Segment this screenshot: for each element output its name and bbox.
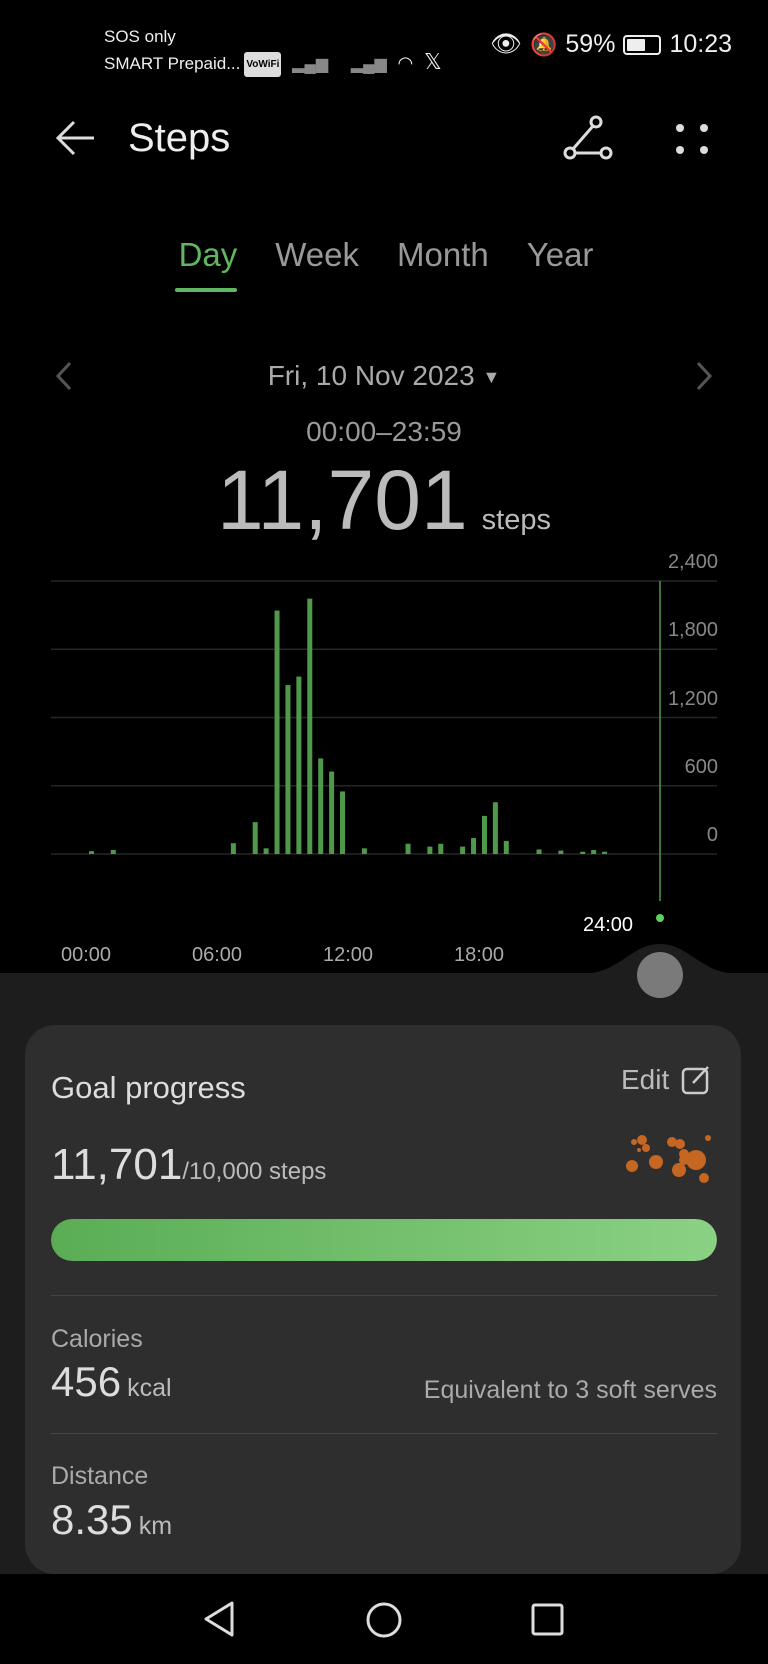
time-scrubber-handle[interactable]	[637, 952, 683, 998]
goal-current: 11,701	[51, 1140, 183, 1189]
y-tick: 1,200	[667, 688, 718, 710]
edit-label: Edit	[621, 1064, 670, 1095]
distance-value-row: 8.35 km	[51, 1496, 172, 1544]
wifi-icon: ◠	[397, 53, 414, 73]
divider	[51, 1433, 717, 1434]
distance-unit: km	[138, 1512, 173, 1540]
x-tick: 00:00	[60, 944, 112, 966]
date-selector[interactable]: Fri, 10 Nov 2023 ▼	[0, 360, 768, 392]
steps-bar	[591, 850, 597, 854]
time-cursor-dot	[656, 914, 664, 922]
system-nav-bar	[0, 1574, 768, 1664]
back-arrow-icon[interactable]	[54, 118, 98, 158]
goal-progress-fill	[51, 1219, 717, 1261]
nav-recents-icon[interactable]	[530, 1602, 566, 1638]
x-tick: 18:00	[453, 944, 505, 966]
y-tick: 2,400	[667, 551, 718, 573]
steps-bar	[296, 676, 302, 854]
steps-bar	[405, 843, 411, 854]
steps-bar	[536, 849, 542, 854]
clock: 10:23	[669, 30, 732, 58]
goal-title: Goal progress	[51, 1070, 246, 1105]
signal-icon-2: ▂▄▆	[350, 56, 387, 73]
tab-month[interactable]: Month	[393, 236, 489, 274]
battery-percent: 59%	[565, 30, 616, 58]
x-tick: 06:00	[191, 944, 243, 966]
time-range: 00:00–23:59	[306, 416, 462, 447]
calories-equivalent: Equivalent to 3 soft serves	[423, 1376, 717, 1404]
nav-home-icon[interactable]	[364, 1600, 404, 1640]
steps-bar	[252, 822, 258, 854]
next-day-icon[interactable]	[694, 360, 714, 392]
steps-bar	[329, 771, 335, 854]
steps-bar	[481, 815, 487, 854]
steps-bar	[492, 802, 498, 854]
steps-bar	[427, 846, 433, 854]
divider	[51, 1295, 717, 1296]
carrier-line2: SMART Prepaid...	[104, 54, 241, 73]
status-right: 👁 🔕 59% 10:23	[490, 30, 732, 59]
calories-value-row: 456 kcal	[51, 1358, 172, 1406]
total-steps-value: 11,701	[216, 453, 468, 547]
edit-icon	[682, 1066, 710, 1095]
distance-label: Distance	[51, 1462, 149, 1490]
x-tick: 12:00	[322, 944, 374, 966]
edit-goal-button[interactable]: Edit	[621, 1064, 711, 1096]
y-tick: 1,800	[667, 619, 718, 641]
eye-icon: 👁	[490, 30, 522, 58]
steps-bar	[340, 791, 346, 854]
tab-year[interactable]: Year	[523, 236, 594, 274]
steps-bar	[580, 851, 586, 854]
tab-week[interactable]: Week	[271, 236, 359, 274]
share-route-icon[interactable]	[562, 112, 614, 162]
steps-bar	[230, 843, 236, 854]
battery-icon	[623, 34, 662, 55]
calories-value: 456	[51, 1358, 122, 1405]
steps-bar	[558, 850, 564, 854]
date-label: Fri, 10 Nov 2023	[267, 360, 475, 391]
steps-bar	[263, 848, 269, 854]
steps-bar	[460, 846, 466, 854]
steps-bar	[471, 838, 477, 854]
period-tabs: Day Week Month Year	[0, 236, 768, 292]
more-options-icon[interactable]	[672, 120, 712, 156]
dropdown-icon: ▼	[482, 367, 501, 388]
tab-day[interactable]: Day	[174, 236, 237, 292]
total-steps-unit: steps	[481, 504, 551, 536]
steps-bar	[88, 851, 94, 854]
achievement-sparkle-icon	[626, 1135, 711, 1183]
carrier-line1: SOS only	[104, 27, 176, 46]
goal-progress-bar	[51, 1219, 717, 1261]
carrier-info: SOS only SMART Prepaid... VoWiFi ▂▄▆ ▂▄▆ …	[104, 24, 442, 78]
steps-bar	[361, 848, 367, 854]
y-tick: 600	[684, 756, 718, 778]
page-title: Steps	[128, 116, 231, 160]
nav-back-icon[interactable]	[202, 1600, 238, 1638]
signal-icon: ▂▄▆	[292, 56, 329, 73]
steps-bar	[602, 851, 608, 854]
steps-bar	[274, 610, 280, 854]
steps-bar	[110, 850, 116, 854]
calories-label: Calories	[51, 1325, 143, 1353]
total-steps: 11,701 steps	[0, 452, 768, 549]
y-tick: 0	[706, 824, 718, 846]
steps-bar	[285, 685, 291, 854]
goal-target: /10,000 steps	[182, 1158, 327, 1185]
steps-bar	[307, 598, 313, 854]
bell-muted-icon: 🔕	[529, 31, 558, 57]
distance-value: 8.35	[51, 1496, 133, 1543]
vowifi-badge: VoWiFi	[244, 52, 282, 78]
goal-card	[25, 1025, 741, 1574]
steps-bar	[318, 758, 324, 854]
steps-bar	[438, 843, 444, 854]
goal-progress-text: 11,701/10,000 steps	[51, 1140, 326, 1190]
cursor-time-label: 24:00	[583, 914, 634, 936]
steps-chart[interactable]	[0, 560, 768, 980]
x-app-icon: 𝕏	[424, 49, 442, 74]
calories-unit: kcal	[127, 1374, 172, 1402]
steps-bar	[503, 840, 509, 854]
